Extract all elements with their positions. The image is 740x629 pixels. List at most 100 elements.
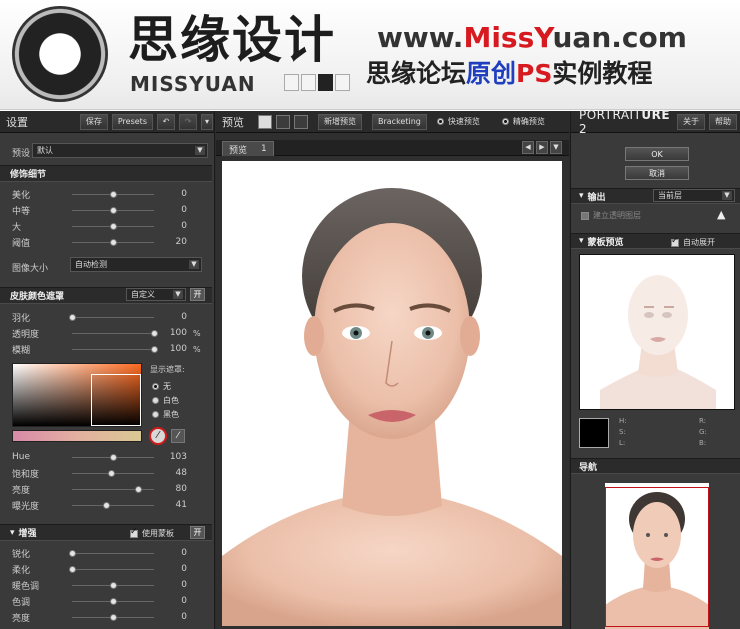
enhance-slider-value[interactable]: 0 — [165, 548, 187, 558]
navigator-viewport-frame[interactable] — [605, 487, 709, 627]
site-banner: S 思缘设计 MISSYUAN www.MissYuan.com 思缘论坛原创P… — [0, 0, 740, 110]
menu-arrow-icon[interactable]: ▾ — [201, 113, 213, 130]
new-preview-button[interactable]: 新增预览 — [318, 113, 362, 130]
undo-icon[interactable]: ↶ — [157, 113, 175, 130]
slider-thumb[interactable] — [134, 485, 142, 493]
tab-menu-icon[interactable]: ▼ — [550, 141, 562, 154]
redo-icon[interactable]: ↷ — [179, 113, 197, 130]
slider-thumb[interactable] — [110, 581, 117, 589]
hsl-slider-track[interactable] — [72, 485, 154, 493]
skin-mask-mode-dropdown[interactable]: 自定义 ▼ — [126, 288, 186, 301]
eyedropper-button[interactable]: ⁄ — [149, 427, 167, 445]
enhance-slider-track[interactable] — [72, 613, 154, 621]
hsl-slider-track[interactable] — [72, 469, 154, 477]
color-selection-box[interactable] — [91, 374, 141, 426]
tab-prev-icon[interactable]: ◀ — [522, 141, 534, 154]
enhance-slider-value[interactable]: 0 — [165, 612, 187, 622]
skin-slider-value[interactable]: 100 — [165, 344, 187, 354]
hsl-slider-value[interactable]: 41 — [165, 500, 187, 510]
output-dropdown[interactable]: 当前层 ▼ — [653, 189, 735, 202]
enhance-slider-value[interactable]: 0 — [165, 580, 187, 590]
ok-button[interactable]: OK — [625, 147, 689, 161]
slider-thumb[interactable] — [110, 613, 117, 621]
hsl-slider-value[interactable]: 48 — [165, 468, 187, 478]
detail-slider-track[interactable] — [72, 206, 154, 214]
slider-thumb[interactable] — [110, 190, 117, 198]
preset-label: 预设 — [12, 149, 31, 159]
hsl-slider-track[interactable] — [72, 453, 154, 461]
show-mask-label: 显示遮罩: — [150, 365, 185, 374]
presets-button[interactable]: Presets — [111, 113, 153, 130]
hsl-slider-value[interactable]: 103 — [165, 452, 187, 462]
show-mask-option[interactable]: 无 — [152, 379, 179, 393]
detail-section-header[interactable]: 修饰细节 — [0, 165, 212, 182]
enhance-on-button[interactable]: 开 — [190, 526, 205, 539]
enhance-section-header[interactable]: ▾ 增强 — [0, 524, 212, 541]
split-vertical-icon[interactable] — [294, 114, 308, 129]
cancel-button[interactable]: 取消 — [625, 166, 689, 180]
eyedropper-plus-icon[interactable]: ⁄ — [171, 429, 185, 443]
slider-thumb[interactable] — [110, 222, 117, 230]
tab-preview-1[interactable]: 预览 1 — [222, 141, 274, 156]
help-button[interactable]: 帮助 — [709, 113, 737, 130]
save-button[interactable]: 保存 — [79, 113, 108, 130]
enhance-slider-value[interactable]: 0 — [165, 564, 187, 574]
enhance-slider-track[interactable] — [72, 581, 154, 589]
navigator-section-header[interactable]: 导航 — [571, 458, 740, 474]
portraiture-titlebar: PORTRAITURE 2 关于 帮助 — [571, 108, 740, 136]
precise-preview-radio[interactable]: 精确预览 — [501, 116, 545, 127]
detail-slider-track[interactable] — [72, 222, 154, 230]
skin-slider-track[interactable] — [72, 329, 158, 337]
detail-slider-value[interactable]: 0 — [165, 205, 187, 215]
transparency-checkbox[interactable]: 建立透明图层 — [581, 210, 641, 221]
slider-thumb[interactable] — [151, 329, 158, 337]
navigator-view[interactable] — [579, 477, 735, 629]
tab-next-icon[interactable]: ▶ — [536, 141, 548, 154]
show-mask-option[interactable]: 黑色 — [152, 407, 179, 421]
skin-slider-value[interactable]: 100 — [165, 328, 187, 338]
detail-slider-value[interactable]: 0 — [165, 221, 187, 231]
slider-thumb[interactable] — [110, 206, 117, 214]
hsl-slider-row: 亮度 80 — [0, 482, 208, 496]
split-horizontal-icon[interactable] — [276, 114, 290, 129]
detail-slider-value[interactable]: 0 — [165, 189, 187, 199]
detail-slider-label: 美化 — [12, 190, 31, 201]
slider-thumb[interactable] — [69, 313, 76, 321]
show-mask-options: 无白色 黑色 — [152, 379, 179, 421]
slider-thumb[interactable] — [151, 345, 158, 353]
slider-thumb[interactable] — [110, 238, 117, 246]
enhance-slider-track[interactable] — [72, 597, 154, 605]
slider-thumb[interactable] — [69, 549, 76, 557]
fast-preview-radio[interactable]: 快速预览 — [436, 116, 480, 127]
preview-canvas[interactable] — [222, 161, 562, 626]
slider-thumb[interactable] — [102, 501, 110, 509]
skin-slider-value[interactable]: 0 — [165, 312, 187, 322]
detail-slider-track[interactable] — [72, 190, 154, 198]
detail-slider-value[interactable]: 20 — [165, 237, 187, 247]
bracketing-button[interactable]: Bracketing — [372, 113, 427, 130]
slider-thumb[interactable] — [110, 453, 117, 461]
enhance-slider-track[interactable] — [69, 565, 154, 573]
enhance-slider-value[interactable]: 0 — [165, 596, 187, 606]
show-mask-option[interactable]: 白色 — [152, 393, 179, 407]
slider-thumb[interactable] — [108, 469, 116, 477]
hue-range-bar[interactable] — [12, 430, 142, 442]
green-readout: G: — [699, 428, 707, 436]
slider-thumb[interactable] — [110, 597, 117, 605]
use-mask-checkbox[interactable]: 使用蒙板 — [130, 527, 174, 539]
image-size-dropdown[interactable]: 自动检测 ▼ — [70, 257, 202, 272]
single-view-icon[interactable] — [258, 114, 272, 129]
hsl-slider-value[interactable]: 80 — [165, 484, 187, 494]
skin-mask-on-button[interactable]: 开 — [190, 288, 205, 301]
about-button[interactable]: 关于 — [677, 113, 705, 130]
slider-thumb[interactable] — [69, 565, 76, 573]
skin-color-picker[interactable] — [12, 363, 142, 427]
hsl-slider-track[interactable] — [72, 501, 154, 509]
skin-slider-track[interactable] — [69, 313, 154, 321]
enhance-slider-track[interactable] — [69, 549, 154, 557]
auto-expand-checkbox[interactable]: 自动展开 — [671, 236, 715, 248]
skin-slider-row: 羽化 0 — [0, 310, 208, 324]
preset-dropdown[interactable]: 默认 ▼ — [32, 143, 208, 158]
skin-slider-track[interactable] — [72, 345, 158, 353]
detail-slider-track[interactable] — [72, 238, 154, 246]
